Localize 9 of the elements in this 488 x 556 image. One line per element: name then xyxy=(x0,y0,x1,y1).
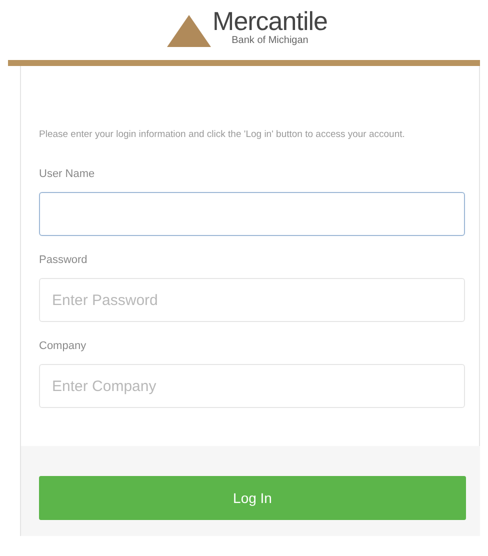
field-label: Password xyxy=(39,254,88,266)
intro-text: Please enter your login information and click the 'Log in' button to access your account. xyxy=(39,128,406,142)
logo-name: Mercantile xyxy=(212,7,328,35)
login-button[interactable]: Log In xyxy=(39,476,466,520)
field-label: Company xyxy=(39,340,88,352)
logo-tagline: Bank of Michigan xyxy=(232,35,308,47)
triangle-logo-icon xyxy=(166,15,211,47)
field-label: User Name xyxy=(39,168,96,180)
input-field[interactable] xyxy=(39,192,465,236)
